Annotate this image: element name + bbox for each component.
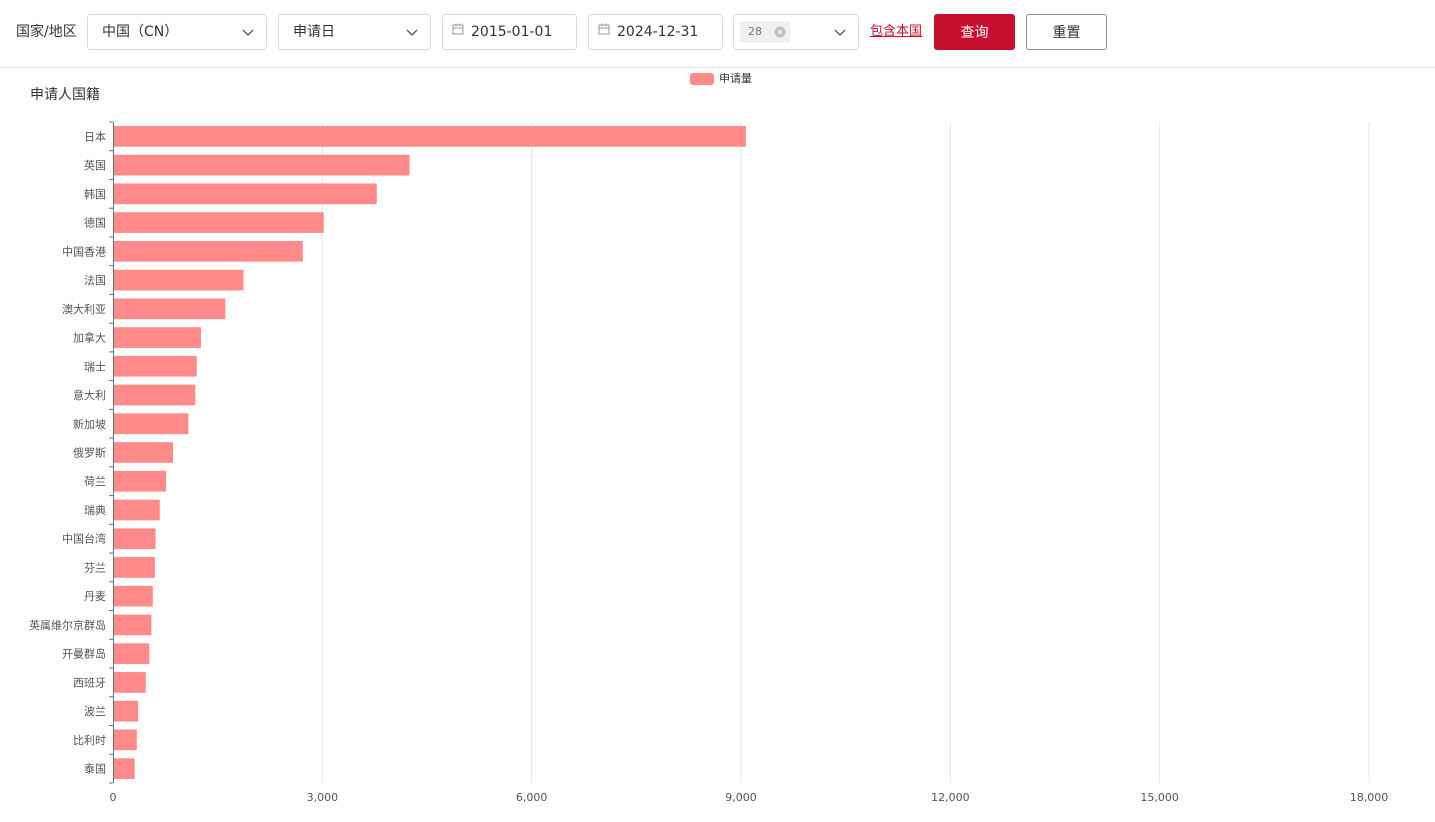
- bar[interactable]: [114, 557, 155, 578]
- include-home-country-link[interactable]: 包含本国: [870, 23, 922, 41]
- category-label: 韩国: [84, 187, 106, 201]
- x-tick-label: 6,000: [516, 791, 548, 804]
- bar[interactable]: [114, 154, 410, 176]
- bar[interactable]: [114, 212, 324, 233]
- x-tick-label: 0: [110, 791, 117, 804]
- chart-title: 申请人国籍: [30, 87, 100, 103]
- category-label: 中国台湾: [62, 532, 106, 546]
- chevron-down-icon: [834, 29, 846, 36]
- category-label: 法国: [84, 273, 106, 287]
- bar[interactable]: [114, 758, 135, 779]
- category-label: 瑞典: [84, 503, 106, 517]
- country-region-label: 国家/地区: [16, 24, 77, 40]
- legend-swatch: [690, 73, 714, 85]
- bar[interactable]: [114, 729, 137, 751]
- category-label: 泰国: [84, 762, 106, 776]
- bar[interactable]: [114, 327, 201, 348]
- category-label: 丹麦: [84, 590, 106, 603]
- category-label: 瑞士: [84, 359, 106, 373]
- nationality-multi-select[interactable]: 28: [733, 14, 859, 50]
- category-label: 俄罗斯: [73, 447, 106, 460]
- query-button[interactable]: 查询: [934, 14, 1015, 50]
- bar[interactable]: [114, 384, 196, 406]
- bar[interactable]: [114, 499, 160, 521]
- bar[interactable]: [114, 298, 226, 320]
- x-tick-label: 18,000: [1350, 791, 1389, 804]
- date-type-select[interactable]: 申请日: [278, 14, 431, 50]
- bar[interactable]: [114, 240, 303, 262]
- bar[interactable]: [114, 413, 189, 435]
- x-tick-label: 15,000: [1140, 791, 1179, 804]
- bar[interactable]: [114, 672, 146, 693]
- bar[interactable]: [114, 126, 746, 147]
- bar[interactable]: [114, 355, 197, 377]
- country-select[interactable]: 中国（CN）: [87, 14, 267, 50]
- category-label: 西班牙: [73, 676, 106, 689]
- category-label: 中国香港: [62, 245, 106, 258]
- selected-tag-label: 28: [748, 25, 762, 38]
- x-tick-label: 12,000: [931, 791, 970, 804]
- category-label: 日本: [84, 129, 106, 143]
- bar[interactable]: [114, 643, 150, 665]
- bar[interactable]: [114, 442, 174, 463]
- bar[interactable]: [114, 183, 377, 205]
- bar[interactable]: [114, 470, 167, 492]
- end-date-value: 2024-12-31: [617, 24, 699, 40]
- close-circle-icon[interactable]: [774, 26, 786, 38]
- selected-tag: 28: [740, 21, 790, 43]
- start-date-value: 2015-01-01: [471, 24, 553, 40]
- category-label: 意大利: [73, 388, 106, 402]
- x-tick-label: 3,000: [307, 791, 339, 804]
- chevron-down-icon: [242, 29, 254, 36]
- country-select-value: 中国（CN）: [102, 24, 179, 40]
- bar[interactable]: [114, 528, 156, 550]
- end-date-input[interactable]: 2024-12-31: [588, 14, 723, 50]
- category-label: 英国: [84, 158, 106, 172]
- x-tick-label: 9,000: [725, 791, 757, 804]
- legend-label: 申请量: [719, 72, 752, 85]
- calendar-icon: [598, 23, 610, 35]
- start-date-input[interactable]: 2015-01-01: [442, 14, 577, 50]
- bar[interactable]: [114, 700, 139, 722]
- category-label: 比利时: [73, 734, 106, 747]
- category-label: 新加坡: [73, 417, 106, 431]
- category-label: 荷兰: [84, 475, 106, 488]
- category-label: 开曼群岛: [62, 647, 106, 661]
- category-label: 澳大利亚: [62, 302, 106, 316]
- date-type-select-value: 申请日: [293, 24, 335, 40]
- category-label: 德国: [84, 216, 106, 230]
- reset-button[interactable]: 重置: [1026, 14, 1107, 50]
- bar[interactable]: [114, 585, 153, 607]
- calendar-icon: [452, 23, 464, 35]
- category-label: 芬兰: [84, 561, 106, 574]
- chevron-down-icon: [406, 29, 418, 36]
- bar[interactable]: [114, 269, 244, 291]
- category-label: 波兰: [84, 705, 106, 718]
- category-label: 加拿大: [73, 331, 106, 345]
- filter-bar: 国家/地区 中国（CN） 申请日 2015-01-01 2024-12-31 2…: [0, 0, 1435, 68]
- applicant-nationality-bar-chart: 日本英国韩国德国中国香港法国澳大利亚加拿大瑞士意大利新加坡俄罗斯荷兰瑞典中国台湾…: [29, 121, 1389, 804]
- bar[interactable]: [114, 614, 152, 636]
- category-label: 英属维尔京群岛: [29, 618, 106, 632]
